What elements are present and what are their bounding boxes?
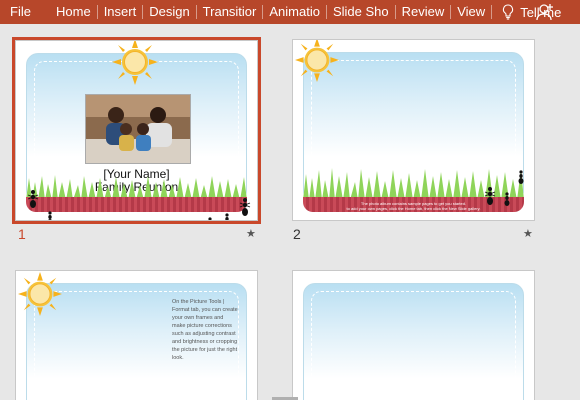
slide-2-band-line-2: to add your own pages, click the Home ta… bbox=[346, 206, 481, 211]
slide-thumbnail-1[interactable]: [Your Name] Family Reunion bbox=[16, 41, 257, 220]
ant-icon bbox=[239, 198, 251, 216]
picnic-cloth-band bbox=[26, 197, 247, 212]
star-icon[interactable]: ★ bbox=[523, 227, 533, 240]
star-icon[interactable]: ★ bbox=[246, 227, 256, 240]
ant-icon bbox=[208, 217, 212, 220]
slide-sorter-pane: [Your Name] Family Reunion 1 ★ The photo… bbox=[0, 24, 580, 400]
tab-review[interactable]: Review bbox=[396, 0, 451, 24]
tab-view[interactable]: View bbox=[451, 0, 491, 24]
slide-thumbnail-4[interactable] bbox=[293, 271, 534, 400]
ant-icon bbox=[48, 211, 52, 220]
slide-number-2: 2 bbox=[293, 226, 301, 242]
tab-insert[interactable]: Insert bbox=[98, 0, 143, 24]
slide-number-1: 1 bbox=[18, 226, 26, 242]
slide-3-body-text: On the Picture Tools | Format tab, you c… bbox=[172, 299, 238, 361]
tab-home[interactable]: Home bbox=[50, 0, 97, 24]
ant-icon bbox=[484, 187, 496, 205]
slide-2-band-text: The photo album contains sample pages to… bbox=[293, 201, 534, 211]
family-photo-image bbox=[86, 95, 190, 163]
sun-icon bbox=[295, 40, 339, 82]
grass-icon bbox=[26, 175, 247, 200]
tab-slide-show[interactable]: Slide Sho bbox=[327, 0, 395, 24]
ant-icon bbox=[225, 213, 229, 220]
sun-icon bbox=[112, 41, 158, 85]
ant-icon bbox=[504, 192, 510, 206]
tab-design[interactable]: Design bbox=[143, 0, 195, 24]
family-photo[interactable] bbox=[85, 94, 191, 164]
slide-thumbnail-2[interactable]: The photo album contains sample pages to… bbox=[293, 40, 534, 220]
tab-animations[interactable]: Animatio bbox=[263, 0, 326, 24]
lightbulb-icon bbox=[503, 4, 514, 20]
ribbon-tabs: File Home Insert Design Transitior Anima… bbox=[0, 0, 580, 24]
ant-icon bbox=[518, 170, 524, 184]
slide-thumbnail-3[interactable]: On the Picture Tools | Format tab, you c… bbox=[16, 271, 257, 400]
dashed-frame bbox=[311, 291, 516, 400]
sun-icon bbox=[18, 272, 62, 316]
tab-file[interactable]: File bbox=[0, 0, 50, 24]
tab-transitions[interactable]: Transitior bbox=[197, 0, 263, 24]
share-user-icon[interactable] bbox=[536, 3, 554, 21]
ant-icon bbox=[27, 190, 39, 208]
